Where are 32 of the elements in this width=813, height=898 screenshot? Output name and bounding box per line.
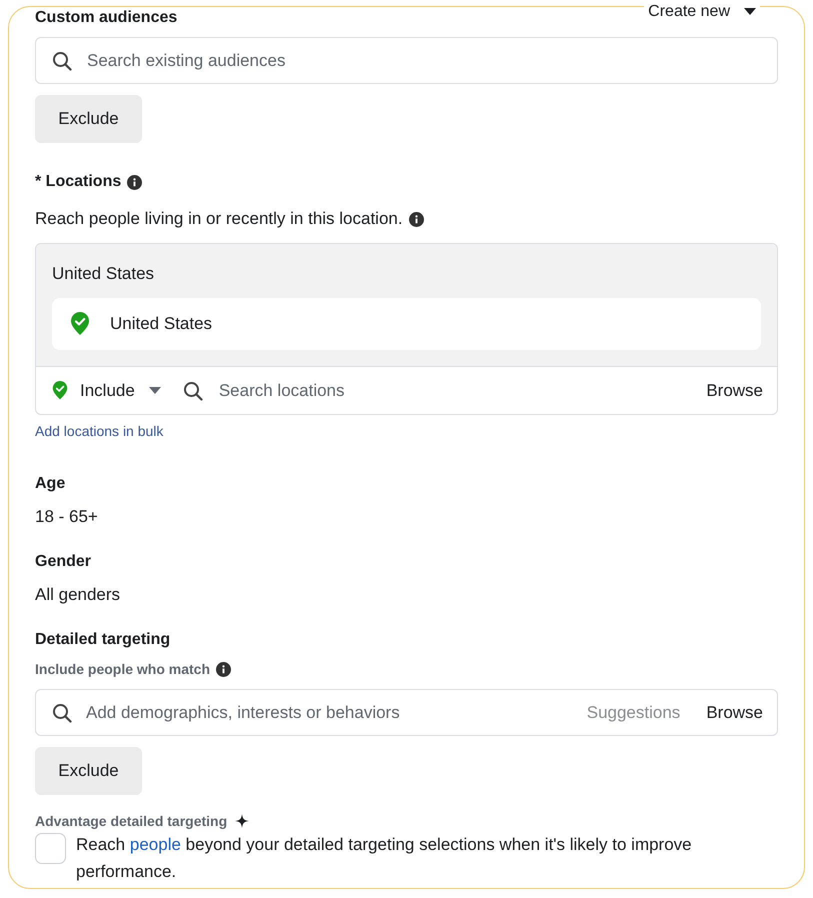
search-icon <box>182 380 203 400</box>
age-value: 18 - 65+ <box>35 507 98 527</box>
checkbox-label: Reach people beyond your detailed targeting selections when it's likely to improve performance. <box>76 834 693 883</box>
location-search-field[interactable]: Search locations <box>218 380 706 400</box>
search-icon <box>52 702 72 722</box>
location-item[interactable]: United States <box>52 298 761 350</box>
checkbox[interactable] <box>35 833 66 864</box>
add-locations-link[interactable]: Add locations in bulk <box>35 423 164 439</box>
sparkle-icon <box>235 814 250 828</box>
exclude-button[interactable]: Exclude <box>35 747 142 795</box>
caret-icon <box>744 8 756 16</box>
location-description: Reach people living in or recently in this location. <box>35 209 403 229</box>
section-title: * Locations <box>35 173 122 191</box>
section-title: Age <box>35 475 66 493</box>
section-subtitle: Include people who match <box>35 661 210 677</box>
browse-button[interactable]: Browse <box>706 702 763 722</box>
section-subtitle: Advantage detailed targeting <box>35 813 228 829</box>
section-title: Detailed targeting <box>35 631 170 649</box>
section-title: Gender <box>35 553 92 571</box>
exclude-button[interactable]: Exclude <box>35 95 142 143</box>
location-group-title: United States <box>52 264 156 284</box>
gender-value: All genders <box>35 585 120 605</box>
search-field[interactable]: Add demographics, interests or behaviors Suggestions Browse <box>35 689 778 736</box>
info-icon <box>408 212 424 226</box>
section-title: Custom audiences <box>35 9 178 27</box>
info-icon <box>127 174 142 190</box>
caret-icon <box>148 386 161 394</box>
people-link[interactable]: people <box>130 835 181 854</box>
browse-button[interactable]: Browse <box>706 380 763 400</box>
include-dropdown[interactable]: Include <box>52 380 161 400</box>
search-field[interactable]: Search existing audiences <box>35 37 778 84</box>
info-icon <box>216 662 232 676</box>
